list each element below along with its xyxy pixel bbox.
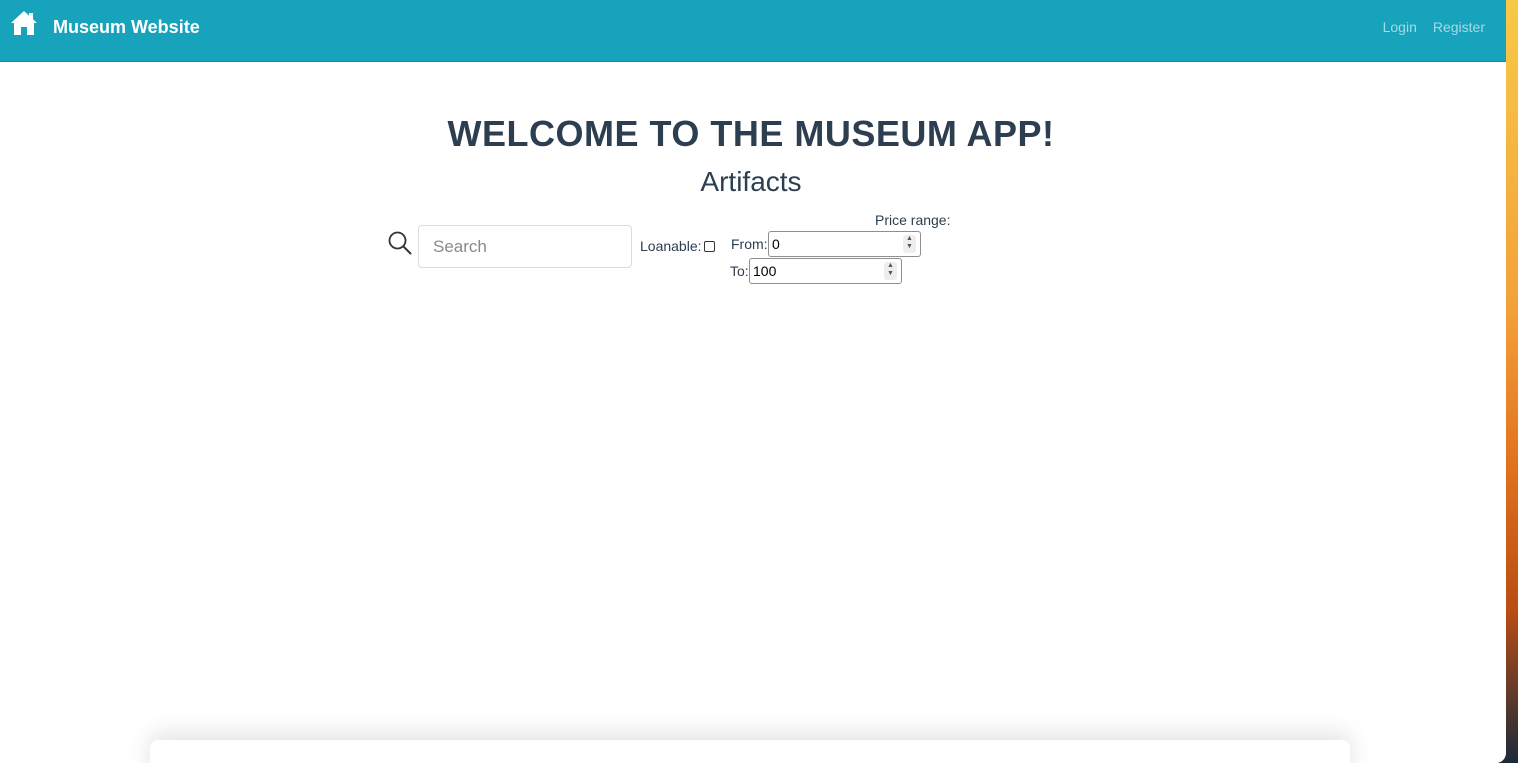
loanable-checkbox[interactable] bbox=[704, 241, 715, 252]
price-to-value: 100 bbox=[753, 263, 777, 279]
search-input[interactable] bbox=[418, 225, 632, 268]
price-to-spinner[interactable]: ▲ ▼ bbox=[884, 262, 897, 280]
register-link[interactable]: Register bbox=[1433, 19, 1485, 35]
price-to-label: To: bbox=[730, 263, 749, 279]
login-link[interactable]: Login bbox=[1383, 19, 1417, 35]
search-icon bbox=[388, 231, 412, 255]
navbar: Museum Website Login Register bbox=[0, 0, 1506, 62]
price-to-input[interactable]: 100 ▲ ▼ bbox=[749, 258, 902, 284]
page-title: WELCOME TO THE MUSEUM APP! bbox=[447, 113, 1055, 154]
section-title: Artifacts bbox=[700, 166, 802, 197]
price-from-label: From: bbox=[731, 236, 768, 252]
home-icon[interactable] bbox=[10, 10, 38, 36]
content-card-edge bbox=[150, 740, 1350, 763]
browser-page: Museum Website Login Register WELCOME TO… bbox=[0, 0, 1506, 763]
price-from-input[interactable]: 0 ▲ ▼ bbox=[768, 231, 921, 257]
price-range-label: Price range: bbox=[875, 212, 951, 228]
loanable-label: Loanable: bbox=[640, 238, 702, 254]
price-from-value: 0 bbox=[772, 236, 780, 252]
nav-links: Login Register bbox=[1383, 19, 1485, 35]
brand-link[interactable]: Museum Website bbox=[53, 17, 200, 38]
price-from-spinner[interactable]: ▲ ▼ bbox=[903, 235, 916, 253]
